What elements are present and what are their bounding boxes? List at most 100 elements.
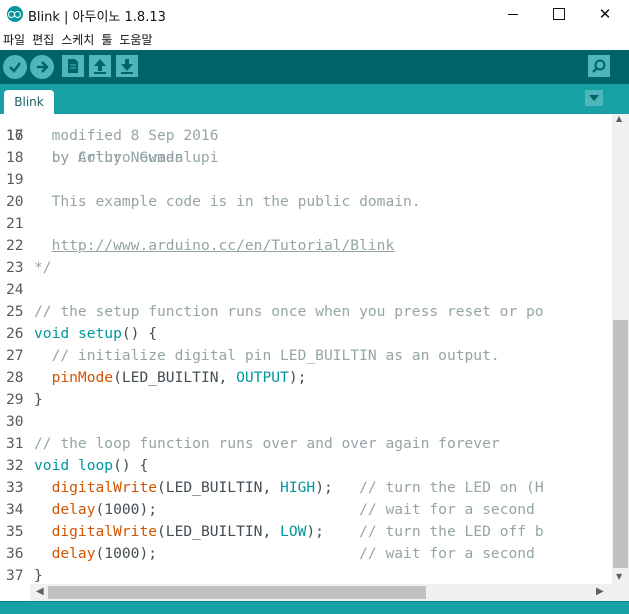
line-code: void setup() { [34,323,157,345]
line-code: modified 8 Sep 2016 [34,125,219,147]
line-number: 18 [6,149,24,166]
menu-edit[interactable]: 편집 [29,28,58,50]
code-token: // initialize digital pin LED_BUILTIN as… [34,347,500,364]
line-code: delay(1000); // wait for a second [34,543,535,565]
arduino-logo-icon [7,6,23,22]
code-token: () { [121,325,158,342]
code-token: (LED_BUILTIN, [157,479,281,496]
horizontal-scrollbar[interactable]: ◀ ▶ [30,584,612,601]
save-sketch-button[interactable] [116,55,138,77]
code-editor[interactable]: 16 by Arturo Guadalupi 17 modified 8 Sep… [0,114,612,584]
new-sketch-button[interactable] [62,55,84,77]
code-token: OUTPUT [236,369,289,386]
line-number: 22 [6,237,24,254]
code-line: 37} [0,565,53,584]
line-code: void loop() { [34,455,148,477]
tab-bar: Blink [0,84,629,114]
code-link[interactable]: http://www.arduino.cc/en/Tutorial/Blink [52,237,395,254]
line-code: digitalWrite(LED_BUILTIN, LOW); // turn … [34,521,544,543]
title-bar: Blink | 아두이노 1.8.13 ✕ [0,0,629,28]
code-token: delay [51,501,96,518]
menu-sketch[interactable]: 스케치 [58,28,98,50]
vertical-scrollbar[interactable]: ▲ ▼ [612,114,629,584]
line-code: digitalWrite(LED_BUILTIN, HIGH); // turn… [34,477,544,499]
line-number: 36 [6,545,24,562]
scroll-up-icon[interactable]: ▲ [616,114,622,123]
line-number: 27 [6,347,24,364]
line-number: 19 [6,171,24,188]
code-token: (1000); [95,501,360,518]
window-title: Blink | 아두이노 1.8.13 [28,10,166,25]
line-number: 21 [6,215,24,232]
upload-button[interactable] [30,55,54,79]
minimize-button[interactable] [490,0,536,28]
code-line: 34 delay(1000); // wait for a second [0,499,535,521]
arrow-down-icon [121,59,133,74]
serial-monitor-button[interactable] [588,55,610,77]
code-line: 18 by Colby Newman [0,147,183,169]
line-number: 32 [6,457,24,474]
close-button[interactable]: ✕ [582,0,628,28]
code-token: */ [34,259,52,276]
code-token: void [34,325,70,342]
scroll-down-icon[interactable]: ▼ [616,572,622,581]
horizontal-gutter-spacer [0,584,30,601]
open-sketch-button[interactable] [89,55,111,77]
line-number: 24 [6,281,24,298]
menu-help[interactable]: 도움말 [116,28,156,50]
line-code: This example code is in the public domai… [34,191,421,213]
horizontal-scroll-thumb[interactable] [48,586,426,599]
chevron-down-icon [589,95,599,101]
line-number: 33 [6,479,24,496]
line-code: pinMode(LED_BUILTIN, OUTPUT); [34,367,307,389]
menu-tools[interactable]: 툴 [98,28,116,50]
line-code: http://www.arduino.cc/en/Tutorial/Blink [34,235,395,257]
tab-blink[interactable]: Blink [4,90,54,114]
line-code: // the loop function runs over and over … [34,433,500,455]
magnifier-icon [592,59,606,73]
code-token: // wait for a second [359,501,535,518]
arrow-right-icon [37,61,49,73]
line-number: 17 [6,127,24,144]
menu-file[interactable]: 파일 [0,28,29,50]
code-token: delay [51,545,96,562]
code-line: 32 void loop() { [0,455,148,477]
line-number: 26 [6,325,24,342]
code-line: 20 This example code is in the public do… [0,191,421,213]
vertical-scroll-thumb[interactable] [613,320,628,568]
line-number: 25 [6,303,24,320]
verify-button[interactable] [3,55,27,79]
line-code: } [34,565,43,584]
line-code: } [34,389,43,411]
code-lines: 16 by Arturo Guadalupi 17 modified 8 Sep… [0,114,544,584]
menu-bar: 파일 편집 스케치 툴 도움말 [0,28,629,50]
tab-menu-button[interactable] [585,90,603,106]
code-line: 28 pinMode(LED_BUILTIN, OUTPUT); [0,367,306,389]
scroll-left-icon[interactable]: ◀ [36,586,44,597]
code-token: modified 8 Sep 2016 [34,127,219,144]
line-number: 37 [6,567,24,584]
code-token: } [34,567,43,584]
code-line: 31 // the loop function runs over and ove… [0,433,500,455]
arrow-up-icon [94,59,106,74]
checkmark-icon [9,62,21,73]
code-token: // wait for a second [359,545,535,562]
close-icon: ✕ [598,5,612,23]
scroll-right-icon[interactable]: ▶ [596,586,604,597]
code-token: // the setup function runs once when you… [34,303,544,320]
code-line: 26 void setup() { [0,323,157,345]
code-token: ); [315,479,360,496]
maximize-button[interactable] [536,0,582,28]
status-bar [0,601,629,614]
code-token: (LED_BUILTIN, [113,369,237,386]
code-token: digitalWrite [51,479,158,496]
code-line: 36 delay(1000); // wait for a second [0,543,535,565]
minimize-icon [508,13,518,15]
line-code: // initialize digital pin LED_BUILTIN as… [34,345,500,367]
